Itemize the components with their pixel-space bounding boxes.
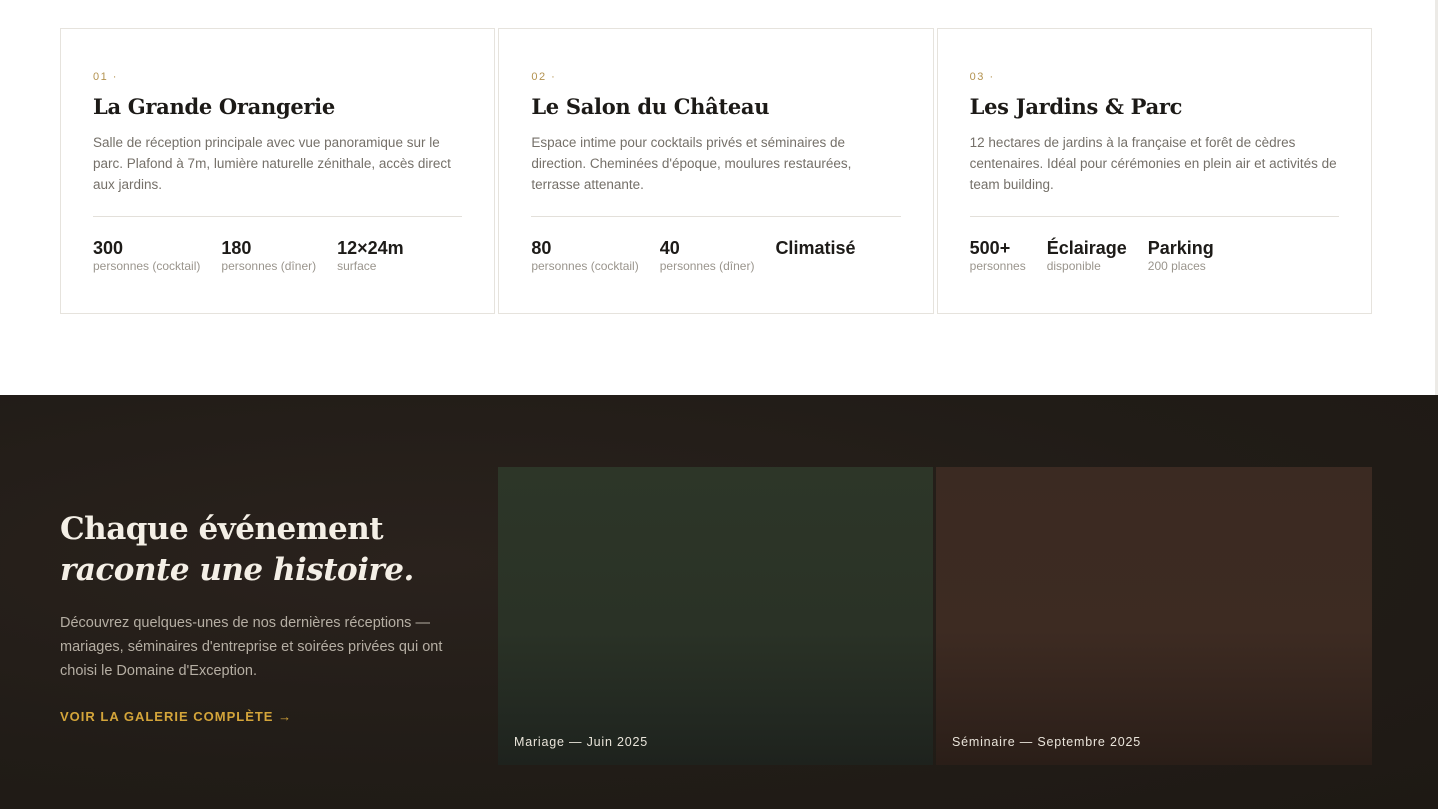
headline-line-2: raconte une histoire. (60, 552, 414, 588)
stat-air-conditioning: Climatisé (775, 237, 855, 273)
stat-value: Climatisé (775, 238, 856, 258)
stat-dinner-capacity: 40 personnes (dîner) (660, 237, 755, 273)
stat-dinner-capacity: 180 personnes (dîner) (221, 237, 316, 273)
tile-caption: Séminaire — Septembre 2025 (952, 735, 1141, 749)
stat-value: 300 (93, 238, 124, 258)
tile-caption: Mariage — Juin 2025 (514, 735, 649, 749)
venue-description: Salle de réception principale avec vue p… (93, 135, 451, 192)
stat-label: personnes (cocktail) (531, 259, 639, 273)
venue-section: 01 · La Grande Orangerie Salle de récept… (0, 0, 1438, 395)
stat-lighting: Éclairage disponible (1047, 237, 1127, 273)
venue-cards: 01 · La Grande Orangerie Salle de récept… (60, 28, 1372, 314)
venue-card-jardins: 03 · Les Jardins & Parc 12 hectares de j… (936, 28, 1372, 314)
venue-description: 12 hectares de jardins à la française et… (969, 135, 1337, 192)
stat-label: disponible (1046, 259, 1101, 273)
stat-value: 180 (221, 238, 252, 258)
stat-value: 80 (531, 238, 552, 258)
venue-number: 03 · (969, 71, 995, 83)
stat-label: personnes (969, 259, 1026, 273)
venue-stats: 80 personnes (cocktail) 40 personnes (dî… (531, 237, 900, 273)
divider (531, 216, 901, 217)
stat-cocktail-capacity: 300 personnes (cocktail) (93, 237, 200, 273)
stat-label: personnes (dîner) (659, 259, 755, 273)
venue-title: Le Salon du Château (531, 94, 770, 119)
venue-number: 02 · (531, 71, 557, 83)
stat-cocktail-capacity: 80 personnes (cocktail) (531, 237, 638, 273)
venue-stats: 500+ personnes Éclairage disponible Park… (970, 237, 1339, 273)
stories-intro: Découvrez quelques-unes de nos dernières… (60, 615, 443, 679)
stat-label: 200 places (1147, 259, 1206, 273)
venue-title: Les Jardins & Parc (969, 94, 1183, 119)
venue-title: La Grande Orangerie (93, 94, 335, 119)
divider (93, 216, 463, 217)
venue-stats: 300 personnes (cocktail) 180 personnes (… (93, 237, 462, 273)
venue-card-salon: 02 · Le Salon du Château Espace intime p… (498, 28, 934, 314)
stat-value: 500+ (969, 238, 1011, 258)
stat-surface: 12×24m surface (337, 237, 404, 273)
venue-description: Espace intime pour cocktails privés et s… (531, 135, 852, 192)
stat-capacity: 500+ personnes (970, 237, 1026, 273)
venue-number: 01 · (93, 71, 118, 83)
gallery-tile-seminar[interactable]: Séminaire — Septembre 2025 (936, 467, 1372, 765)
stat-label: personnes (cocktail) (93, 259, 201, 273)
stat-value: 40 (659, 238, 680, 258)
headline-line-1: Chaque événement (60, 511, 384, 547)
stat-label: personnes (dîner) (221, 259, 317, 273)
stat-value: Éclairage (1046, 238, 1127, 258)
gallery-link[interactable]: VOIR LA GALERIE COMPLÈTE → (60, 709, 292, 724)
venue-card-orangerie: 01 · La Grande Orangerie Salle de récept… (60, 28, 496, 314)
stat-label: surface (337, 259, 377, 273)
stat-value: 12×24m (337, 238, 404, 258)
gallery-tile-wedding[interactable]: Mariage — Juin 2025 (498, 467, 933, 765)
stat-value: Parking (1147, 238, 1214, 258)
divider (969, 216, 1339, 217)
stat-parking: Parking 200 places (1148, 237, 1214, 273)
stories-headline: Chaque événement raconte une histoire. (60, 509, 414, 591)
stories-section: Chaque événement raconte une histoire. D… (0, 395, 1438, 809)
